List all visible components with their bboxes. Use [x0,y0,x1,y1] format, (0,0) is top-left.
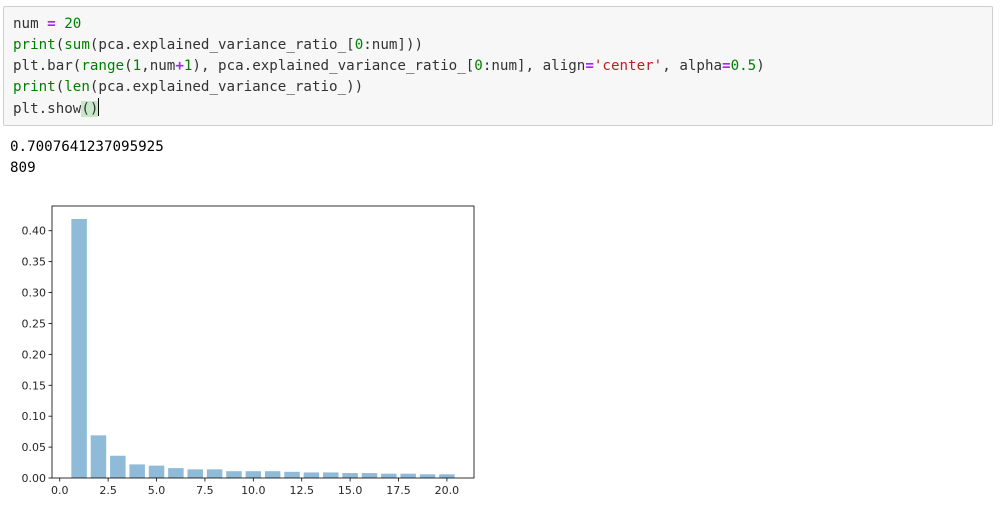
code-token: + [175,58,184,74]
code-token: print [13,79,56,95]
y-tick-label: 0.05 [22,441,47,454]
bar-16 [361,473,378,478]
bar-9 [226,471,242,478]
code-input-cell[interactable]: num = 20 print(sum(pca.explained_varianc… [3,6,993,126]
y-tick-label: 0.40 [22,225,47,238]
code-token: = [47,16,56,32]
y-tick-label: 0.10 [22,410,47,423]
bar-4 [129,464,145,478]
code-line: print(sum(pca.explained_variance_ratio_[… [13,37,423,53]
code-token: plt.show [13,101,82,117]
code-token: = [722,58,731,74]
code-token: 0 [474,58,483,74]
code-line: plt.show() [13,98,100,117]
y-tick-label: 0.35 [22,256,47,269]
code-token: ( [55,37,65,53]
bar-19 [419,474,436,478]
code-token: ( [55,79,65,95]
code-token: 0 [354,37,364,53]
code-token: 'center' [593,58,663,74]
bar-2 [90,435,107,478]
y-tick-label: 0.30 [22,287,47,300]
cell-output-text: 0.7007641237095925 809 [10,137,164,179]
bar-7 [187,469,203,478]
code-token: ) [756,58,765,74]
code-token: () [81,101,99,117]
x-tick-label: 2.5 [99,484,117,497]
y-tick-label: 0.15 [22,379,47,392]
bar-6 [168,468,184,478]
x-tick-label: 0.0 [51,484,69,497]
code-line: num = 20 [13,16,81,32]
code-token: sum [64,37,90,53]
code-token: 0.5 [730,58,757,74]
bar-chart: 0.00 0.05 0.10 0.15 0.20 0.25 0.30 0.35 0.40 0.0 2… [22,205,475,497]
x-tick-label: 7.5 [196,484,214,497]
bar-18 [400,473,416,478]
y-tick-label: 0.20 [22,348,47,361]
bar-12 [284,471,300,478]
code-token: len [64,79,90,95]
x-tick-label: 10.0 [241,484,266,497]
code-token: :num])) [363,37,424,53]
x-tick-label: 12.5 [289,484,314,497]
code-token: 20 [64,16,82,32]
plot-frame [51,205,475,479]
code-token: ,num [141,58,176,74]
x-tick-label: 15.0 [338,484,363,497]
code-editor[interactable]: num = 20 print(sum(pca.explained_varianc… [13,14,765,120]
output-line: 809 [10,160,36,176]
code-token: num [13,16,48,32]
bar-5 [148,465,165,478]
code-token: , alpha [662,58,723,74]
bar-3 [110,455,126,478]
code-token: :num], align [482,58,586,74]
output-line: 0.7007641237095925 [10,139,164,155]
y-tick-label: 0.25 [22,317,47,330]
code-line: plt.bar(range(1,num+1), pca.explained_va… [13,58,765,74]
code-token: (pca.explained_variance_ratio_[ [89,37,355,53]
bar-8 [206,469,223,478]
code-token: range [81,58,125,74]
code-token: ( [124,58,133,74]
y-tick-label: 0.00 [22,472,47,485]
code-token: = [585,58,594,74]
bar-11 [264,471,281,478]
x-tick-label: 5.0 [148,484,166,497]
code-token: print [13,37,56,53]
code-line: print(len(pca.explained_variance_ratio_)… [13,79,363,95]
x-tick-label: 17.5 [386,484,411,497]
code-token: ), pca.explained_variance_ratio_[ [192,58,475,74]
code-token: 1 [132,58,142,74]
bar-10 [245,471,262,478]
x-tick-label: 20.0 [435,484,460,497]
bar-15 [342,473,358,478]
text-cursor [98,98,100,116]
bar-1 [71,218,87,478]
code-token: plt.bar( [13,58,82,74]
bar-17 [381,473,397,478]
code-token: (pca.explained_variance_ratio_)) [89,79,364,95]
bar-20 [439,474,455,478]
bar-13 [303,472,320,478]
bar-14 [323,472,339,478]
